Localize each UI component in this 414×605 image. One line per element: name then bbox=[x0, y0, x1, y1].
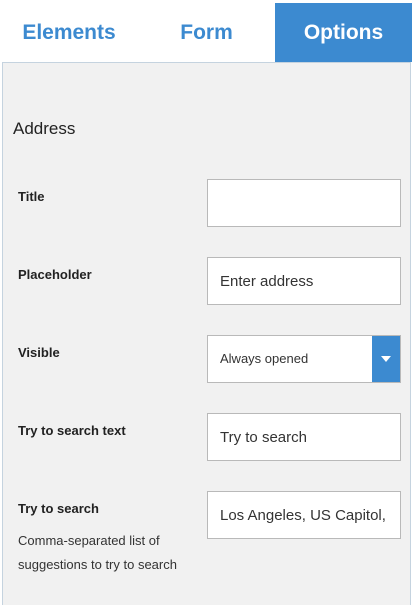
tab-form[interactable]: Form bbox=[138, 3, 275, 62]
try-to-search-label: Try to search bbox=[18, 501, 99, 516]
title-input[interactable] bbox=[207, 179, 401, 227]
try-to-search-description: Comma-separated list of suggestions to t… bbox=[18, 533, 177, 572]
placeholder-input[interactable] bbox=[207, 257, 401, 305]
tab-bar: Elements Form Options bbox=[0, 0, 414, 62]
placeholder-label: Placeholder bbox=[18, 267, 92, 282]
caret-down-icon bbox=[381, 356, 391, 362]
try-to-search-text-input[interactable] bbox=[207, 413, 401, 461]
tab-elements[interactable]: Elements bbox=[0, 3, 138, 62]
visible-dropdown-toggle[interactable] bbox=[372, 336, 400, 382]
try-to-search-input[interactable] bbox=[207, 491, 401, 539]
title-label: Title bbox=[18, 189, 45, 204]
visible-select[interactable]: Always opened bbox=[207, 335, 401, 383]
section-title: Address bbox=[13, 119, 76, 138]
visible-selected-value: Always opened bbox=[220, 351, 309, 366]
try-to-search-text-label: Try to search text bbox=[18, 423, 126, 438]
tab-options[interactable]: Options bbox=[275, 3, 412, 62]
options-panel: Address Title Placeholder Visible Always… bbox=[2, 62, 411, 605]
visible-label: Visible bbox=[18, 345, 60, 360]
